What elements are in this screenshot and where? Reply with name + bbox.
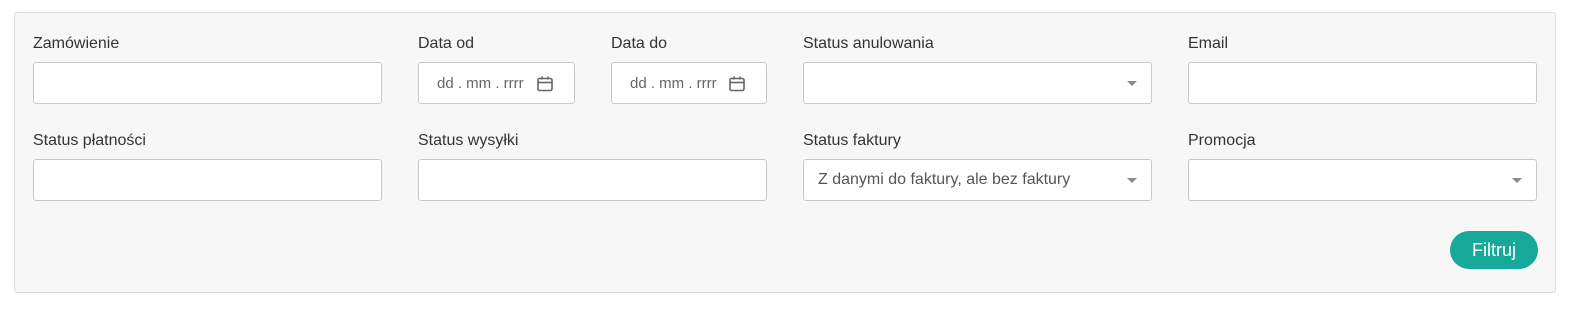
filter-panel (14, 12, 1556, 293)
chevron-down-icon (1512, 178, 1522, 183)
email-input[interactable] (1188, 62, 1537, 104)
promotion-label: Promocja (1188, 132, 1256, 149)
invoice-status-label: Status faktury (803, 132, 901, 149)
invoice-status-select[interactable]: Z danymi do faktury, ale bez faktury (803, 159, 1152, 201)
date-to-placeholder: dd . mm . rrrr (630, 75, 717, 92)
order-label: Zamówienie (33, 35, 120, 52)
shipping-status-input[interactable] (418, 159, 767, 201)
chevron-down-icon (1127, 178, 1137, 183)
cancel-status-label: Status anulowania (803, 35, 934, 52)
chevron-down-icon (1127, 81, 1137, 86)
shipping-status-label: Status wysyłki (418, 132, 519, 149)
email-label: Email (1188, 35, 1229, 52)
promotion-select[interactable] (1188, 159, 1537, 201)
date-to-label: Data do (611, 35, 668, 52)
date-to-input[interactable]: dd . mm . rrrr (611, 62, 767, 104)
payment-status-label: Status płatności (33, 132, 146, 149)
date-from-input[interactable]: dd . mm . rrrr (418, 62, 575, 104)
cancel-status-select[interactable] (803, 62, 1152, 104)
payment-status-input[interactable] (33, 159, 382, 201)
date-from-placeholder: dd . mm . rrrr (437, 75, 524, 92)
calendar-icon[interactable] (728, 75, 746, 93)
calendar-icon[interactable] (536, 75, 554, 93)
date-from-label: Data od (418, 35, 475, 52)
invoice-status-selected: Z danymi do faktury, ale bez faktury (818, 171, 1071, 188)
order-input[interactable] (33, 62, 382, 104)
filter-button[interactable]: Filtruj (1450, 231, 1538, 269)
